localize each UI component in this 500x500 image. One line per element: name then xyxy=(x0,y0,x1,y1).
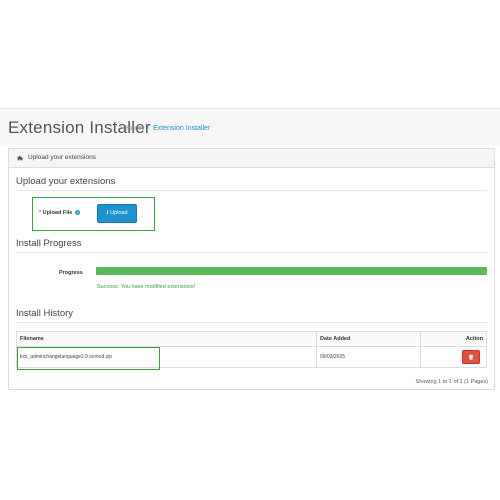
action-cell xyxy=(420,346,487,368)
required-marker: * xyxy=(39,210,42,216)
upload-button-label: Upload xyxy=(110,210,128,216)
upload-panel: Upload your extensions Upload your exten… xyxy=(8,148,495,390)
puzzle-icon xyxy=(17,155,23,161)
install-progress-bar xyxy=(96,267,487,275)
breadcrumb-separator: › xyxy=(147,125,151,132)
divider xyxy=(16,252,487,253)
upload-button[interactable]: ⭳ Upload xyxy=(97,204,137,223)
success-message: Success: You have modified extensions! xyxy=(97,284,196,290)
divider xyxy=(16,322,487,323)
page-header: Extension Installer Home › Extension Insta… xyxy=(0,108,500,145)
trash-icon xyxy=(468,354,474,360)
delete-button[interactable] xyxy=(462,350,480,364)
column-filename[interactable]: Filename xyxy=(16,331,317,347)
upload-file-label-text: Upload File xyxy=(42,210,73,216)
upload-icon: ⭳ xyxy=(106,210,109,216)
date-cell: 09/03/2025 xyxy=(316,346,421,368)
progress-bar-fill xyxy=(96,267,487,275)
column-action: Action xyxy=(420,331,487,347)
column-date-added[interactable]: Date Added xyxy=(316,331,421,347)
pagination-text: Showing 1 to 1 of 1 (1 Pages) xyxy=(415,379,488,385)
table-header-row: Filename Date Added Action xyxy=(16,331,487,347)
progress-label: Progress xyxy=(59,270,83,276)
panel-heading: Upload your extensions xyxy=(9,149,494,168)
upload-section-title: Upload your extensions xyxy=(16,176,116,187)
breadcrumb-extension-installer[interactable]: Extension Installer xyxy=(153,125,210,132)
install-history-title: Install History xyxy=(16,308,74,319)
page-canvas: Extension Installer Home › Extension Insta… xyxy=(0,0,500,500)
breadcrumb-home[interactable]: Home xyxy=(126,125,145,132)
upload-file-label: * Upload File ? xyxy=(39,210,80,216)
filename-highlight-box xyxy=(17,347,160,370)
panel-title: Upload your extensions xyxy=(28,154,96,161)
breadcrumb: Home › Extension Installer xyxy=(126,125,210,132)
install-progress-title: Install Progress xyxy=(16,238,82,249)
divider xyxy=(16,190,487,191)
help-icon[interactable]: ? xyxy=(74,210,80,216)
